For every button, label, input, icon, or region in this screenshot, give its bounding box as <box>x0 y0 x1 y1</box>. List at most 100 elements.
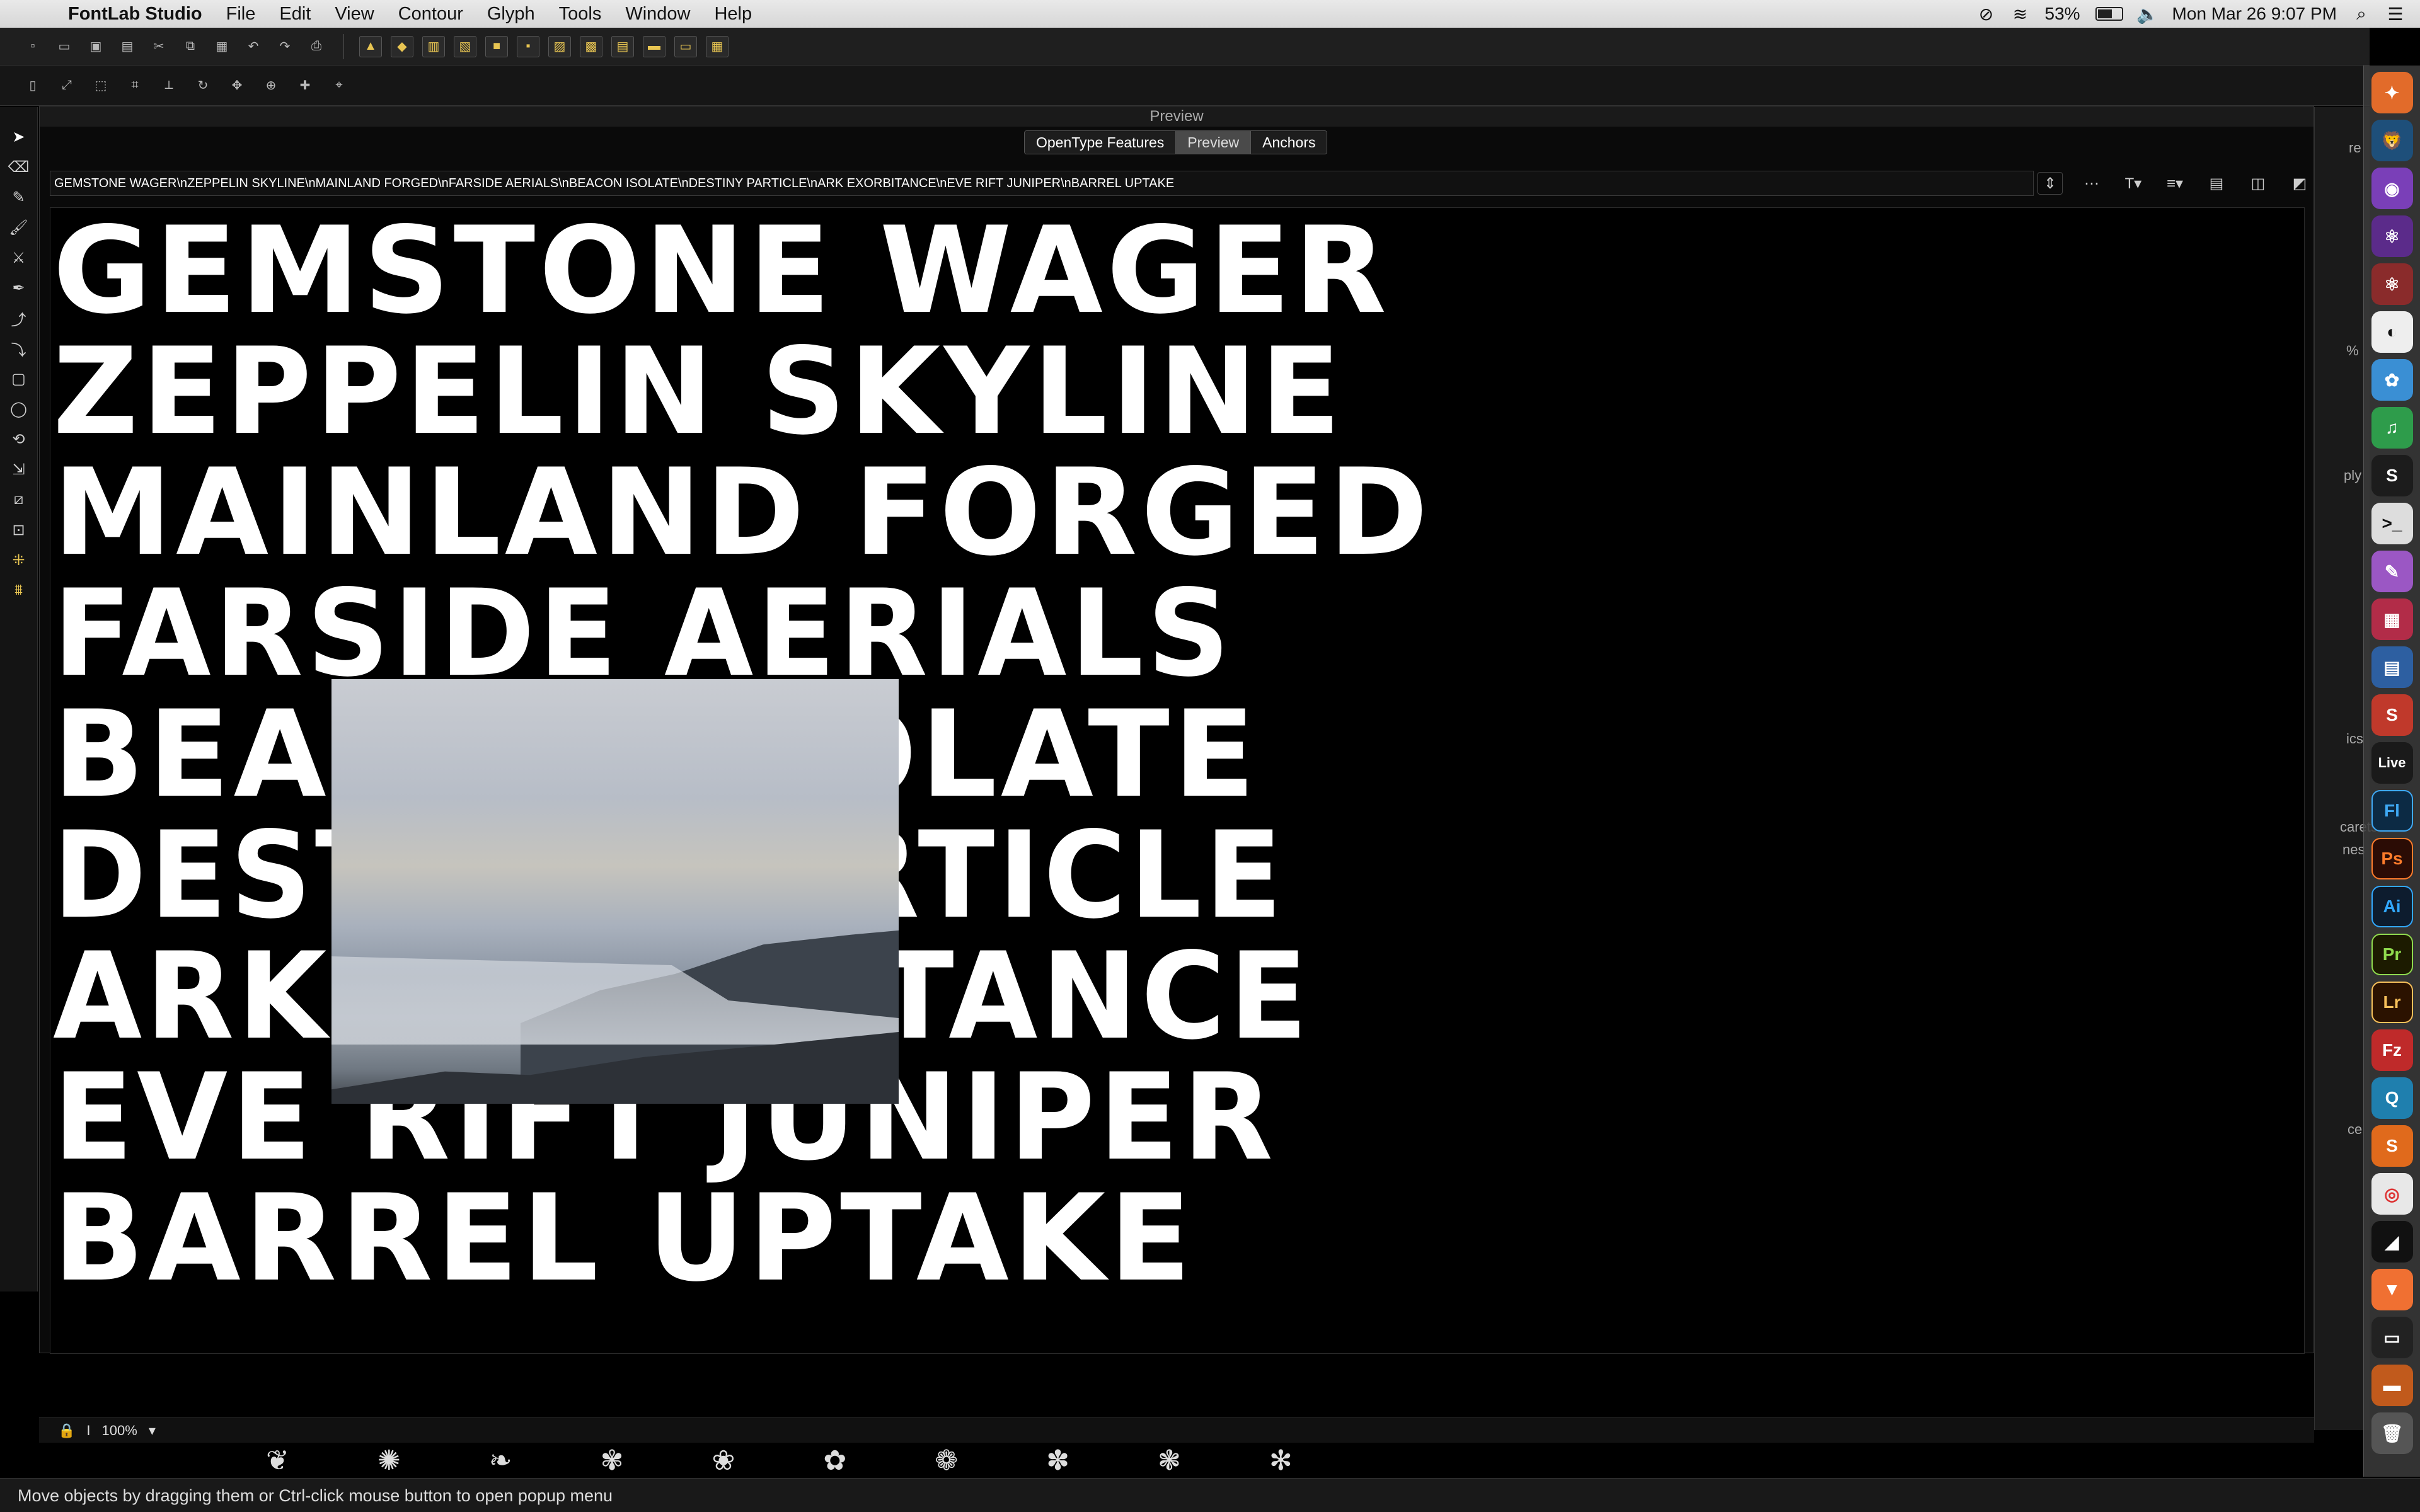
text-size-icon[interactable]: T▾ <box>2121 172 2146 195</box>
fontlab-dock-icon[interactable]: ✦ <box>2371 72 2413 113</box>
preview-canvas[interactable]: GEMSTONE WAGER ZEPPELIN SKYLINE MAINLAND… <box>50 207 2305 1354</box>
rotate-icon[interactable]: ↻ <box>192 75 214 96</box>
slant-tool-icon[interactable]: ⧄ <box>8 489 30 510</box>
waterfall-icon[interactable]: ▤ <box>2204 172 2229 195</box>
ellipse-tool-icon[interactable]: ◯ <box>8 398 30 420</box>
pen-tool-icon[interactable]: ✒ <box>8 277 30 299</box>
brave-dock-icon[interactable]: 🦁 <box>2371 120 2413 161</box>
inspector-field[interactable]: ce <box>2348 1121 2362 1138</box>
origin-icon[interactable]: ⌖ <box>328 75 350 96</box>
paste-icon[interactable]: ▦ <box>210 36 233 57</box>
apply-button[interactable]: ply <box>2344 467 2361 484</box>
app-dock-icon[interactable]: ▤ <box>2371 646 2413 688</box>
menu-tools[interactable]: Tools <box>559 4 602 25</box>
classes-icon[interactable]: ▧ <box>454 35 476 57</box>
add-point-icon[interactable]: ✚ <box>294 75 316 96</box>
fonts-list-icon[interactable]: ▭ <box>674 35 697 57</box>
filezilla-dock-icon[interactable]: Fz <box>2371 1029 2413 1071</box>
new-file-icon[interactable]: ▫ <box>21 36 44 57</box>
do-not-disturb-icon[interactable]: ⊘ <box>1977 4 1996 24</box>
preview-text-input[interactable]: GEMSTONE WAGER\nZEPPELIN SKYLINE\nMAINLA… <box>50 171 2034 196</box>
quicktime-dock-icon[interactable]: Q <box>2371 1077 2413 1119</box>
app-dock-icon[interactable]: S <box>2371 694 2413 736</box>
menu-view[interactable]: View <box>335 4 374 25</box>
firefox-dock-icon[interactable]: ◉ <box>2371 168 2413 209</box>
rotate-tool-icon[interactable]: ⟲ <box>8 428 30 450</box>
menu-contour[interactable]: Contour <box>398 4 463 25</box>
evernote-dock-icon[interactable]: ✎ <box>2371 551 2413 592</box>
tab-opentype-features[interactable]: OpenType Features <box>1025 131 1177 154</box>
floating-landscape-photo[interactable] <box>331 679 899 1104</box>
photos-dock-icon[interactable]: ✿ <box>2371 359 2413 401</box>
lightroom-dock-icon[interactable]: Lr <box>2371 982 2413 1023</box>
notification-center-icon[interactable]: ☰ <box>2386 4 2405 24</box>
wifi-icon[interactable]: ≋ <box>2011 4 2030 24</box>
arrow-tool-icon[interactable]: ➤ <box>8 126 30 147</box>
battery-icon[interactable] <box>2095 7 2123 21</box>
ot-features-icon[interactable]: ■ <box>485 35 508 57</box>
app-menu[interactable]: FontLab Studio <box>68 4 202 25</box>
more-options-icon[interactable]: ⋯ <box>2079 172 2104 195</box>
macro-icon[interactable]: ▬ <box>643 35 666 57</box>
unicode-table-icon[interactable]: ▤ <box>611 35 634 57</box>
hint-tool-icon[interactable]: ⁜ <box>8 549 30 571</box>
options-icon[interactable]: ▦ <box>706 35 729 57</box>
battery-percent[interactable]: 53% <box>2045 4 2080 24</box>
text-cursor-icon[interactable]: I <box>86 1423 90 1439</box>
kerning-icon[interactable]: ▥ <box>422 35 445 57</box>
app-dock-icon[interactable]: ◎ <box>2371 1173 2413 1215</box>
measure-icon[interactable]: ⟂ <box>158 75 180 96</box>
illustrator-dock-icon[interactable]: Ai <box>2371 886 2413 927</box>
eraser-tool-icon[interactable]: ⌫ <box>8 156 30 178</box>
undo-icon[interactable]: ↶ <box>242 36 265 57</box>
open-folder-icon[interactable]: ▭ <box>53 36 76 57</box>
trash-dock-icon[interactable]: 🗑 <box>2371 1412 2413 1454</box>
brush-tool-icon[interactable]: 🖌 <box>8 217 30 238</box>
crop-icon[interactable]: ⌗ <box>124 75 146 96</box>
bezier-tool-icon[interactable]: ⤴ <box>8 307 30 329</box>
app-dock-icon[interactable]: ▼ <box>2371 1269 2413 1310</box>
font-info-icon[interactable]: ▲ <box>359 35 382 57</box>
copy-icon[interactable]: ⧉ <box>179 36 202 57</box>
obs-dock-icon[interactable]: ◐ <box>2371 311 2413 353</box>
folder-dock-icon[interactable]: ▬ <box>2371 1365 2413 1406</box>
split-view-icon[interactable]: ◫ <box>2245 172 2271 195</box>
scale-icon[interactable]: ⤢ <box>55 75 78 96</box>
flash-dock-icon[interactable]: Fl <box>2371 790 2413 832</box>
transform-tool-icon[interactable]: ⊡ <box>8 519 30 541</box>
ot-panel-icon[interactable]: ▪ <box>517 35 539 57</box>
preview-panel-icon[interactable]: ▨ <box>548 35 571 57</box>
app-dock-icon[interactable]: ◢ <box>2371 1221 2413 1263</box>
lock-icon[interactable]: 🔒 <box>58 1423 75 1439</box>
photoshop-dock-icon[interactable]: Ps <box>2371 838 2413 879</box>
chevron-down-icon[interactable]: ▾ <box>149 1423 156 1439</box>
measure-tool-icon[interactable]: ⩩ <box>8 580 30 601</box>
knife-tool-icon[interactable]: ⚔ <box>8 247 30 268</box>
print-icon[interactable]: ⎙ <box>305 36 328 57</box>
pencil-tool-icon[interactable]: ✎ <box>8 186 30 208</box>
volume-icon[interactable]: 🔈 <box>2136 4 2158 24</box>
tab-preview[interactable]: Preview <box>1176 131 1252 154</box>
tab-anchors[interactable]: Anchors <box>1251 131 1327 154</box>
save-icon[interactable]: ▣ <box>84 36 107 57</box>
invert-colors-icon[interactable]: ◩ <box>2287 172 2312 195</box>
list-options-icon[interactable]: ≡▾ <box>2162 172 2187 195</box>
center-icon[interactable]: ⊕ <box>260 75 282 96</box>
live-dock-icon[interactable]: Live <box>2371 742 2413 784</box>
glyph-table-icon[interactable]: ▩ <box>580 35 602 57</box>
react-dock-icon[interactable]: ⚛ <box>2371 263 2413 305</box>
menu-help[interactable]: Help <box>714 4 752 25</box>
menu-edit[interactable]: Edit <box>279 4 311 25</box>
cut-icon[interactable]: ✂ <box>147 36 170 57</box>
app-dock-icon[interactable]: S <box>2371 455 2413 496</box>
app-dock-icon[interactable]: ▦ <box>2371 598 2413 640</box>
premiere-dock-icon[interactable]: Pr <box>2371 934 2413 975</box>
save-all-icon[interactable]: ▤ <box>116 36 139 57</box>
zoom-select[interactable]: 100% <box>102 1423 137 1439</box>
book-icon[interactable]: ▯ <box>21 75 44 96</box>
redo-icon[interactable]: ↷ <box>274 36 296 57</box>
app-dock-icon[interactable]: ▭ <box>2371 1317 2413 1358</box>
move-icon[interactable]: ✥ <box>226 75 248 96</box>
text-stepper-icon[interactable]: ⇕ <box>2037 172 2063 195</box>
music-dock-icon[interactable]: ♫ <box>2371 407 2413 449</box>
